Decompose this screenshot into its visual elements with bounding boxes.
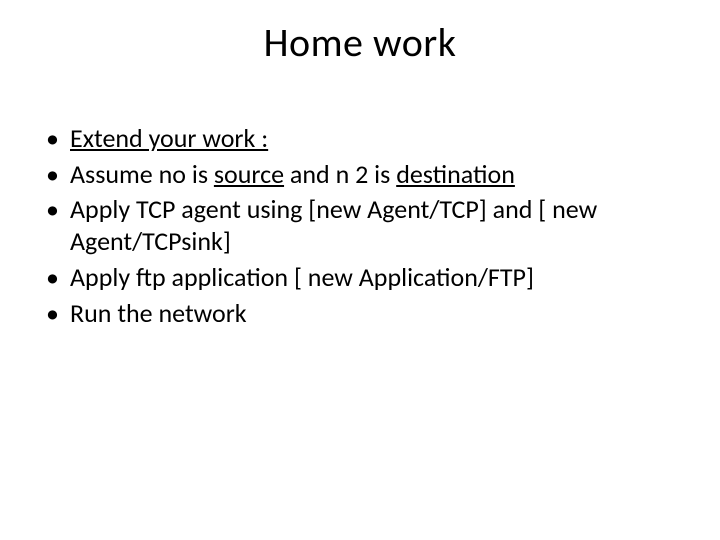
slide-title: Home work <box>36 18 684 67</box>
text-segment: destination <box>396 158 515 190</box>
text-segment: Apply ftp application [ new Application/… <box>70 261 534 293</box>
bullet-list: Extend your work : Assume no is source a… <box>36 123 684 329</box>
list-item: Run the network <box>70 298 684 330</box>
text-segment: Run the network <box>70 297 247 329</box>
list-item: Assume no is source and n 2 is destinati… <box>70 159 684 191</box>
text-segment: source <box>214 158 284 190</box>
text-segment: Extend your work : <box>70 122 268 154</box>
list-item: Apply TCP agent using [new Agent/TCP] an… <box>70 194 684 257</box>
text-segment: and n 2 is <box>284 158 396 190</box>
text-segment: Apply TCP agent using [new Agent/TCP] an… <box>70 193 597 257</box>
list-item: Apply ftp application [ new Application/… <box>70 262 684 294</box>
text-segment: Assume no is <box>70 158 214 190</box>
list-item: Extend your work : <box>70 123 684 155</box>
slide: Home work Extend your work : Assume no i… <box>0 0 720 540</box>
